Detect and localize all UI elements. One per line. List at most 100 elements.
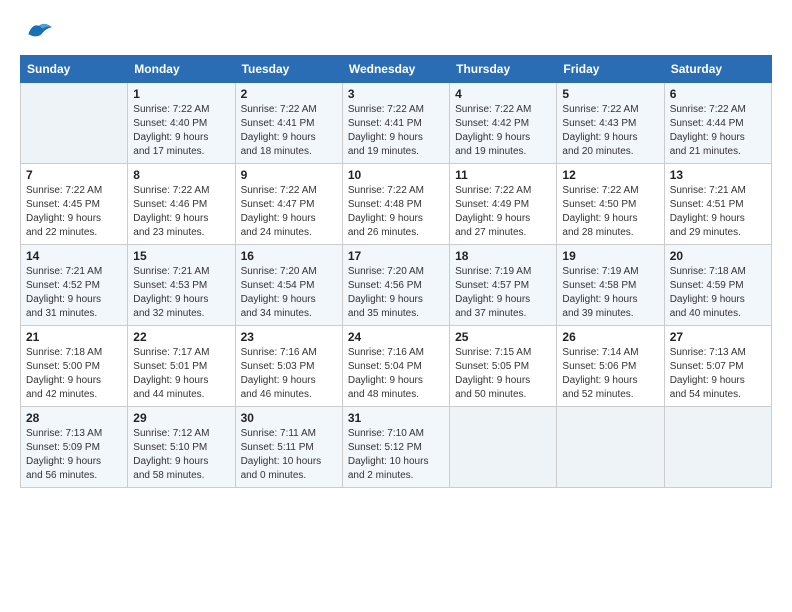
day-number: 6 xyxy=(670,87,766,101)
day-header-sunday: Sunday xyxy=(21,56,128,83)
day-header-friday: Friday xyxy=(557,56,664,83)
day-number: 3 xyxy=(348,87,444,101)
day-info: Sunrise: 7:22 AMSunset: 4:49 PMDaylight:… xyxy=(455,184,551,240)
calendar-cell: 11 Sunrise: 7:22 AMSunset: 4:49 PMDayligh… xyxy=(450,164,557,245)
day-info: Sunrise: 7:22 AMSunset: 4:41 PMDaylight:… xyxy=(241,103,337,159)
day-number: 29 xyxy=(133,411,229,425)
calendar-cell: 6 Sunrise: 7:22 AMSunset: 4:44 PMDaylight… xyxy=(664,83,771,164)
calendar-cell xyxy=(664,407,771,488)
calendar-cell xyxy=(557,407,664,488)
calendar-cell: 8 Sunrise: 7:22 AMSunset: 4:46 PMDaylight… xyxy=(128,164,235,245)
calendar-cell: 16 Sunrise: 7:20 AMSunset: 4:54 PMDayligh… xyxy=(235,245,342,326)
day-number: 2 xyxy=(241,87,337,101)
day-info: Sunrise: 7:22 AMSunset: 4:46 PMDaylight:… xyxy=(133,184,229,240)
calendar-cell: 1 Sunrise: 7:22 AMSunset: 4:40 PMDaylight… xyxy=(128,83,235,164)
day-number: 27 xyxy=(670,330,766,344)
calendar-cell: 24Sunrise: 7:16 AMSunset: 5:04 PMDayligh… xyxy=(342,326,449,407)
day-info: Sunrise: 7:21 AMSunset: 4:52 PMDaylight:… xyxy=(26,265,122,321)
day-info: Sunrise: 7:18 AMSunset: 4:59 PMDaylight:… xyxy=(670,265,766,321)
day-info: Sunrise: 7:22 AMSunset: 4:50 PMDaylight:… xyxy=(562,184,658,240)
day-number: 23 xyxy=(241,330,337,344)
day-number: 5 xyxy=(562,87,658,101)
day-number: 26 xyxy=(562,330,658,344)
day-info: Sunrise: 7:22 AMSunset: 4:41 PMDaylight:… xyxy=(348,103,444,159)
day-number: 30 xyxy=(241,411,337,425)
day-number: 1 xyxy=(133,87,229,101)
day-header-tuesday: Tuesday xyxy=(235,56,342,83)
calendar-cell: 14 Sunrise: 7:21 AMSunset: 4:52 PMDayligh… xyxy=(21,245,128,326)
calendar-cell: 15 Sunrise: 7:21 AMSunset: 4:53 PMDayligh… xyxy=(128,245,235,326)
day-number: 8 xyxy=(133,168,229,182)
day-number: 25 xyxy=(455,330,551,344)
day-info: Sunrise: 7:10 AMSunset: 5:12 PMDaylight:… xyxy=(348,427,444,483)
day-header-monday: Monday xyxy=(128,56,235,83)
calendar-week-1: 1 Sunrise: 7:22 AMSunset: 4:40 PMDaylight… xyxy=(21,83,772,164)
day-info: Sunrise: 7:22 AMSunset: 4:43 PMDaylight:… xyxy=(562,103,658,159)
day-info: Sunrise: 7:17 AMSunset: 5:01 PMDaylight:… xyxy=(133,346,229,402)
day-number: 7 xyxy=(26,168,122,182)
day-info: Sunrise: 7:22 AMSunset: 4:40 PMDaylight:… xyxy=(133,103,229,159)
day-info: Sunrise: 7:20 AMSunset: 4:54 PMDaylight:… xyxy=(241,265,337,321)
calendar-week-4: 21Sunrise: 7:18 AMSunset: 5:00 PMDayligh… xyxy=(21,326,772,407)
day-info: Sunrise: 7:13 AMSunset: 5:09 PMDaylight:… xyxy=(26,427,122,483)
day-info: Sunrise: 7:22 AMSunset: 4:47 PMDaylight:… xyxy=(241,184,337,240)
calendar-cell: 25Sunrise: 7:15 AMSunset: 5:05 PMDayligh… xyxy=(450,326,557,407)
calendar-cell: 9 Sunrise: 7:22 AMSunset: 4:47 PMDaylight… xyxy=(235,164,342,245)
day-info: Sunrise: 7:14 AMSunset: 5:06 PMDaylight:… xyxy=(562,346,658,402)
calendar-cell: 18 Sunrise: 7:19 AMSunset: 4:57 PMDayligh… xyxy=(450,245,557,326)
calendar-cell: 29 Sunrise: 7:12 AMSunset: 5:10 PMDayligh… xyxy=(128,407,235,488)
day-number: 22 xyxy=(133,330,229,344)
day-info: Sunrise: 7:12 AMSunset: 5:10 PMDaylight:… xyxy=(133,427,229,483)
day-info: Sunrise: 7:21 AMSunset: 4:51 PMDaylight:… xyxy=(670,184,766,240)
day-info: Sunrise: 7:22 AMSunset: 4:44 PMDaylight:… xyxy=(670,103,766,159)
logo xyxy=(20,20,54,45)
calendar-cell: 12 Sunrise: 7:22 AMSunset: 4:50 PMDayligh… xyxy=(557,164,664,245)
day-number: 20 xyxy=(670,249,766,263)
calendar-table: SundayMondayTuesdayWednesdayThursdayFrid… xyxy=(20,55,772,488)
day-number: 28 xyxy=(26,411,122,425)
calendar-cell: 10Sunrise: 7:22 AMSunset: 4:48 PMDayligh… xyxy=(342,164,449,245)
day-info: Sunrise: 7:11 AMSunset: 5:11 PMDaylight:… xyxy=(241,427,337,483)
calendar-week-3: 14 Sunrise: 7:21 AMSunset: 4:52 PMDayligh… xyxy=(21,245,772,326)
day-info: Sunrise: 7:19 AMSunset: 4:58 PMDaylight:… xyxy=(562,265,658,321)
calendar-cell: 27 Sunrise: 7:13 AMSunset: 5:07 PMDayligh… xyxy=(664,326,771,407)
calendar-cell: 23 Sunrise: 7:16 AMSunset: 5:03 PMDayligh… xyxy=(235,326,342,407)
day-number: 19 xyxy=(562,249,658,263)
day-info: Sunrise: 7:13 AMSunset: 5:07 PMDaylight:… xyxy=(670,346,766,402)
calendar-cell: 5 Sunrise: 7:22 AMSunset: 4:43 PMDaylight… xyxy=(557,83,664,164)
calendar-cell xyxy=(21,83,128,164)
calendar-week-2: 7 Sunrise: 7:22 AMSunset: 4:45 PMDaylight… xyxy=(21,164,772,245)
calendar-cell: 20 Sunrise: 7:18 AMSunset: 4:59 PMDayligh… xyxy=(664,245,771,326)
calendar-cell: 3 Sunrise: 7:22 AMSunset: 4:41 PMDaylight… xyxy=(342,83,449,164)
calendar-cell: 2 Sunrise: 7:22 AMSunset: 4:41 PMDaylight… xyxy=(235,83,342,164)
page-header xyxy=(20,20,772,45)
day-info: Sunrise: 7:21 AMSunset: 4:53 PMDaylight:… xyxy=(133,265,229,321)
day-number: 9 xyxy=(241,168,337,182)
calendar-cell xyxy=(450,407,557,488)
day-number: 17 xyxy=(348,249,444,263)
day-info: Sunrise: 7:22 AMSunset: 4:48 PMDaylight:… xyxy=(348,184,444,240)
day-info: Sunrise: 7:16 AMSunset: 5:03 PMDaylight:… xyxy=(241,346,337,402)
calendar-cell: 7 Sunrise: 7:22 AMSunset: 4:45 PMDaylight… xyxy=(21,164,128,245)
logo-bird-icon xyxy=(24,20,54,45)
day-info: Sunrise: 7:16 AMSunset: 5:04 PMDaylight:… xyxy=(348,346,444,402)
calendar-cell: 13 Sunrise: 7:21 AMSunset: 4:51 PMDayligh… xyxy=(664,164,771,245)
calendar-cell: 28 Sunrise: 7:13 AMSunset: 5:09 PMDayligh… xyxy=(21,407,128,488)
calendar-cell: 26 Sunrise: 7:14 AMSunset: 5:06 PMDayligh… xyxy=(557,326,664,407)
day-info: Sunrise: 7:20 AMSunset: 4:56 PMDaylight:… xyxy=(348,265,444,321)
day-number: 15 xyxy=(133,249,229,263)
day-number: 14 xyxy=(26,249,122,263)
day-number: 11 xyxy=(455,168,551,182)
calendar-cell: 31 Sunrise: 7:10 AMSunset: 5:12 PMDayligh… xyxy=(342,407,449,488)
day-number: 18 xyxy=(455,249,551,263)
day-number: 12 xyxy=(562,168,658,182)
day-header-thursday: Thursday xyxy=(450,56,557,83)
day-number: 16 xyxy=(241,249,337,263)
day-info: Sunrise: 7:19 AMSunset: 4:57 PMDaylight:… xyxy=(455,265,551,321)
day-number: 31 xyxy=(348,411,444,425)
calendar-cell: 17 Sunrise: 7:20 AMSunset: 4:56 PMDayligh… xyxy=(342,245,449,326)
day-info: Sunrise: 7:22 AMSunset: 4:45 PMDaylight:… xyxy=(26,184,122,240)
day-number: 13 xyxy=(670,168,766,182)
day-number: 21 xyxy=(26,330,122,344)
calendar-cell: 22 Sunrise: 7:17 AMSunset: 5:01 PMDayligh… xyxy=(128,326,235,407)
